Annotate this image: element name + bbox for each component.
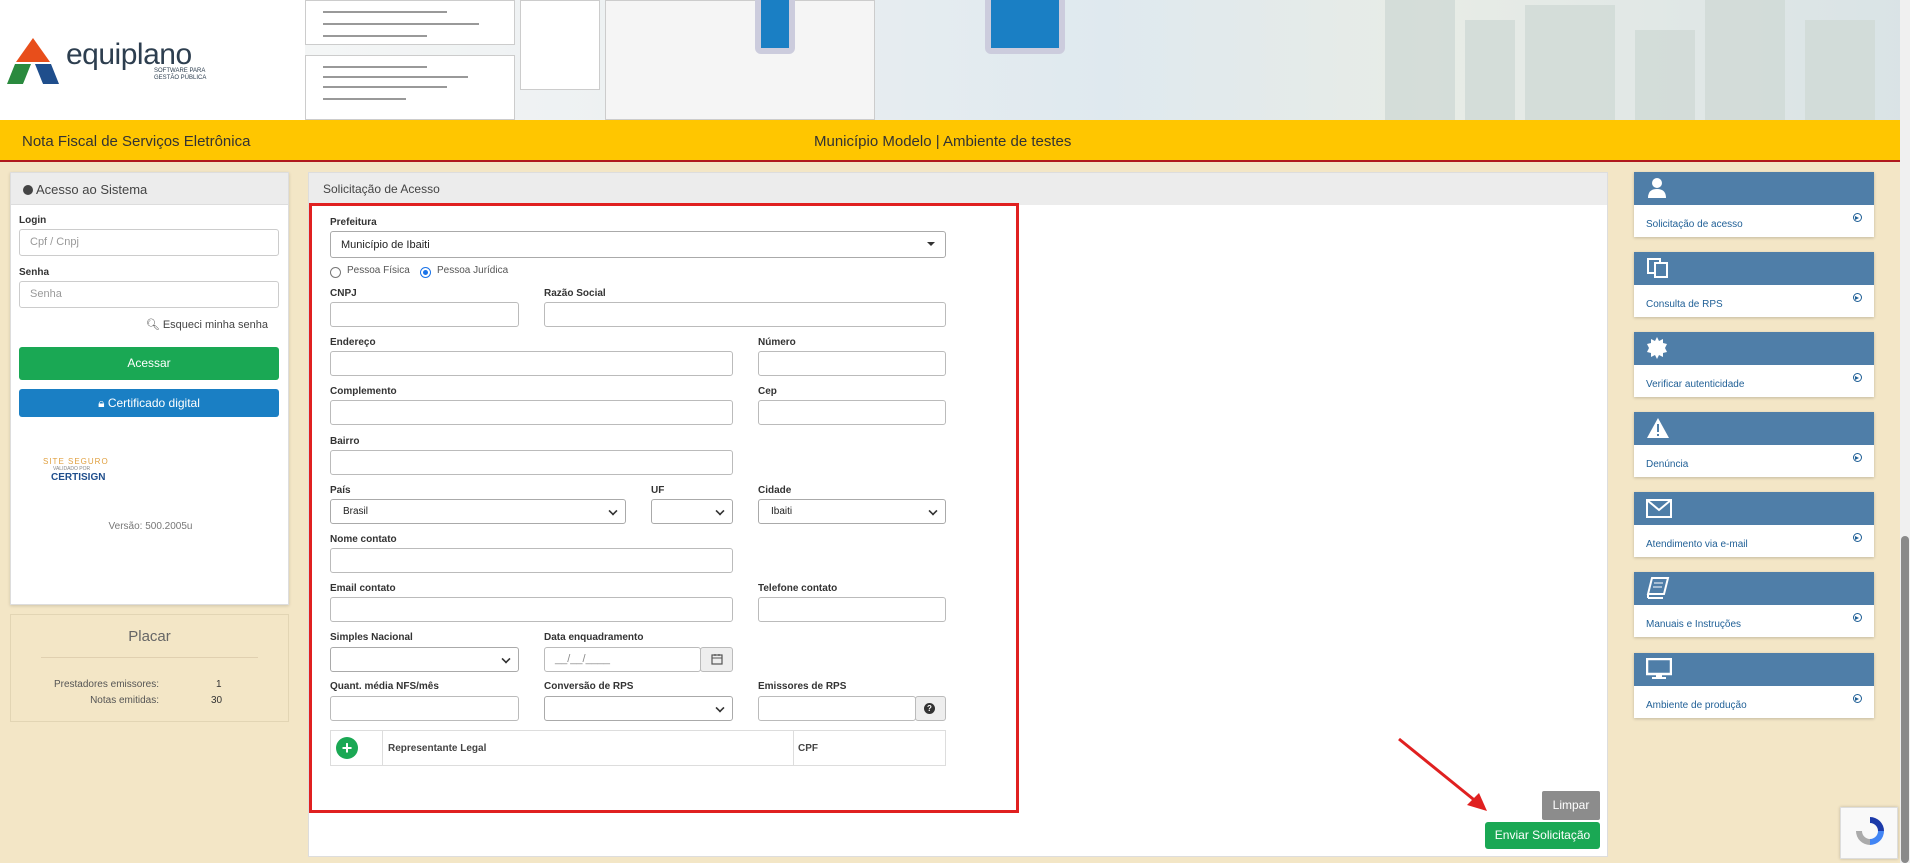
sidebar-card-email[interactable]: Atendimento via e-mail xyxy=(1634,492,1874,557)
arrow-right-circle-icon xyxy=(1853,533,1862,542)
forgot-password-link[interactable]: 🔍︎ Esqueci minha senha xyxy=(146,318,268,331)
user-icon xyxy=(1648,178,1666,198)
brand-logo[interactable]: equiplano SOFTWARE PARA GESTÃO PÚBLICA xyxy=(6,36,206,86)
arrow-right-circle-icon xyxy=(1853,293,1862,302)
document-image xyxy=(520,0,600,90)
recaptcha-badge[interactable] xyxy=(1840,807,1898,859)
sidebar-card-denuncia[interactable]: Denúncia xyxy=(1634,412,1874,477)
login-input[interactable]: Cpf / Cnpj xyxy=(19,229,279,256)
warning-icon xyxy=(1647,418,1669,438)
login-panel-header: Acesso ao Sistema xyxy=(11,173,288,205)
arrow-right-circle-icon xyxy=(1853,373,1862,382)
envelope-icon xyxy=(1646,499,1672,518)
sidebar-card-label: Ambiente de produção xyxy=(1646,700,1747,711)
version-text: Versão: 500.2005u xyxy=(108,521,193,532)
arrow-circle-icon xyxy=(23,185,33,195)
monitor-icon xyxy=(1646,658,1672,679)
sidebar-card-label: Solicitação de acesso xyxy=(1646,219,1743,230)
annotation-arrow-icon xyxy=(1398,737,1487,811)
sidebar-card-label: Consulta de RPS xyxy=(1646,299,1723,310)
sidebar-card-verificar[interactable]: Verificar autenticidade xyxy=(1634,332,1874,397)
password-label: Senha xyxy=(19,267,50,278)
logo-icon xyxy=(7,38,59,84)
seal-line-1: SITE SEGURO xyxy=(43,457,109,466)
lock-icon: 🔒︎ xyxy=(98,396,105,410)
security-seal[interactable]: SITE SEGURO VALIDADO POR CERTISIGN xyxy=(43,457,109,483)
document-image xyxy=(305,55,515,120)
recaptcha-icon xyxy=(1856,817,1884,845)
copy-icon xyxy=(1647,258,1668,278)
login-button[interactable]: Acessar xyxy=(19,347,279,380)
sidebar-card-label: Verificar autenticidade xyxy=(1646,379,1745,390)
scoreboard-label-1: Prestadores emissores: xyxy=(53,679,159,690)
arrow-right-circle-icon xyxy=(1853,453,1862,462)
sidebar-card-solicitacao[interactable]: Solicitação de acesso xyxy=(1634,172,1874,237)
password-input[interactable]: Senha xyxy=(19,281,279,308)
sidebar-card-producao[interactable]: Ambiente de produção xyxy=(1634,653,1874,718)
brand-subtitle-1: SOFTWARE PARA xyxy=(154,68,206,74)
monitor-image xyxy=(755,0,795,54)
monitor-image xyxy=(985,0,1065,54)
header-banner: equiplano SOFTWARE PARA GESTÃO PÚBLICA xyxy=(0,0,1910,120)
scoreboard-value-1: 1 xyxy=(216,679,222,690)
brand-subtitle-2: GESTÃO PÚBLICA xyxy=(154,75,207,81)
arrow-right-circle-icon xyxy=(1853,213,1862,222)
login-label: Login xyxy=(19,215,47,226)
banner-illustration xyxy=(305,0,1910,120)
clear-button[interactable]: Limpar xyxy=(1542,791,1600,820)
book-icon xyxy=(1646,577,1670,599)
certificate-button-label: Certificado digital xyxy=(107,396,200,410)
form-highlight-box xyxy=(309,203,1019,813)
form-title: Solicitação de Acesso xyxy=(309,173,1607,205)
scrollbar-thumb[interactable] xyxy=(1901,536,1909,863)
brand-name: equiplano xyxy=(66,38,192,71)
environment-title: Município Modelo | Ambiente de testes xyxy=(814,133,1072,150)
seal-line-3: CERTISIGN xyxy=(51,472,106,483)
scrollbar-track[interactable] xyxy=(1900,0,1910,863)
document-image xyxy=(605,0,875,120)
scoreboard-title: Placar xyxy=(128,628,171,645)
scoreboard-label-2: Notas emitidas: xyxy=(90,695,159,706)
arrow-right-circle-icon xyxy=(1853,694,1862,703)
forgot-password-label: Esqueci minha senha xyxy=(162,319,268,331)
sidebar-card-label: Manuais e Instruções xyxy=(1646,619,1742,630)
sidebar-card-consulta-rps[interactable]: Consulta de RPS xyxy=(1634,252,1874,317)
sidebar-card-label: Atendimento via e-mail xyxy=(1646,539,1748,550)
certificate-button[interactable]: 🔒︎ Certificado digital xyxy=(19,389,279,417)
scoreboard-panel: Placar Prestadores emissores: 1 Notas em… xyxy=(10,614,289,722)
document-image xyxy=(305,0,515,45)
send-request-button[interactable]: Enviar Solicitação xyxy=(1485,822,1600,849)
arrow-right-circle-icon xyxy=(1853,613,1862,622)
sidebar-card-manuais[interactable]: Manuais e Instruções xyxy=(1634,572,1874,637)
scoreboard-value-2: 30 xyxy=(211,695,223,706)
certificate-icon xyxy=(1647,337,1667,359)
app-title[interactable]: Nota Fiscal de Serviços Eletrônica xyxy=(22,133,250,150)
key-icon: 🔍︎ xyxy=(145,319,160,331)
login-panel: Acesso ao Sistema Login Cpf / Cnpj Senha… xyxy=(10,172,289,605)
login-panel-title: Acesso ao Sistema xyxy=(36,182,148,197)
top-navbar: Nota Fiscal de Serviços Eletrônica Munic… xyxy=(0,120,1900,162)
sidebar-card-label: Denúncia xyxy=(1646,459,1689,470)
